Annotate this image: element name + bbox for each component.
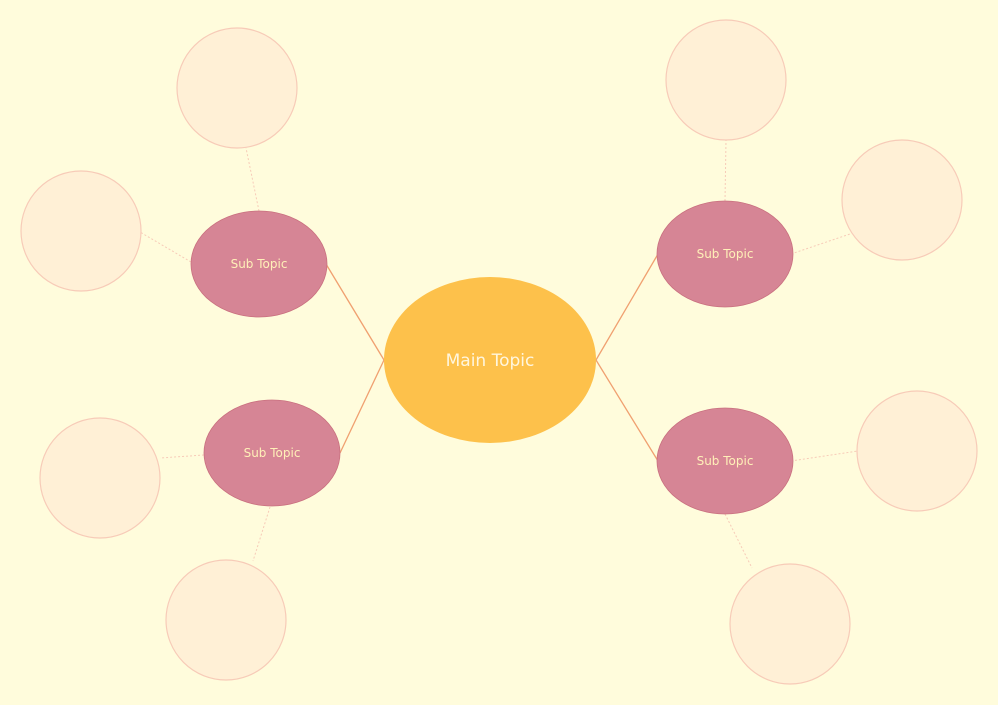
sub-topic-node[interactable]: Sub Topic bbox=[656, 407, 794, 515]
dotted-connector bbox=[139, 231, 192, 263]
connector-line bbox=[595, 253, 659, 361]
empty-topic-node[interactable] bbox=[856, 390, 978, 512]
empty-topic-node[interactable] bbox=[176, 27, 298, 149]
dotted-connector bbox=[790, 450, 859, 462]
sub-topic-node[interactable]: Sub Topic bbox=[190, 210, 328, 318]
connector-line bbox=[595, 359, 659, 462]
dotted-connector bbox=[159, 454, 205, 459]
empty-topic-node[interactable] bbox=[165, 559, 287, 681]
sub-topic-label: Sub Topic bbox=[697, 454, 754, 468]
empty-topic-node[interactable] bbox=[39, 417, 161, 539]
main-topic-label: Main Topic bbox=[446, 351, 535, 371]
connector-line bbox=[325, 263, 385, 361]
dotted-connector bbox=[724, 139, 727, 202]
empty-topic-node[interactable] bbox=[20, 170, 142, 292]
dotted-connector bbox=[724, 513, 753, 569]
main-topic-node[interactable]: Main Topic bbox=[384, 277, 596, 443]
sub-topic-node[interactable]: Sub Topic bbox=[656, 200, 794, 308]
empty-topic-node[interactable] bbox=[665, 19, 787, 141]
sub-topic-label: Sub Topic bbox=[231, 257, 288, 271]
empty-topic-node[interactable] bbox=[841, 139, 963, 261]
dotted-connector bbox=[252, 506, 271, 562]
mind-map: Sub Topic Sub Topic Sub Topic Sub Topic Mai… bbox=[20, 19, 978, 685]
sub-topic-label: Sub Topic bbox=[244, 446, 301, 460]
connector-line bbox=[339, 359, 385, 454]
sub-topic-node[interactable]: Sub Topic bbox=[203, 399, 341, 507]
dotted-connector bbox=[790, 233, 851, 255]
empty-topic-node[interactable] bbox=[729, 563, 851, 685]
dotted-connector bbox=[245, 147, 260, 212]
mind-map-canvas: Sub Topic Sub Topic Sub Topic Sub Topic Mai… bbox=[0, 0, 998, 705]
sub-topic-label: Sub Topic bbox=[697, 247, 754, 261]
